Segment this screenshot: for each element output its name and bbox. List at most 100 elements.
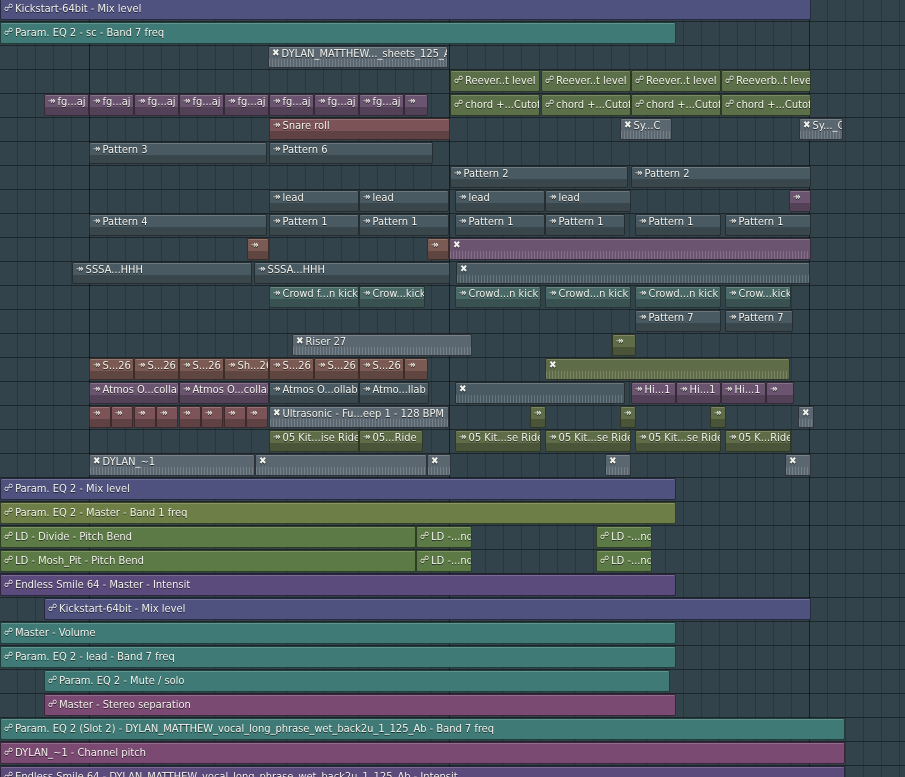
playlist-clip[interactable]: ↠ 05 K...Ride	[725, 430, 791, 452]
playlist-clip[interactable]: ↠ Atmo...llab	[359, 382, 429, 404]
playlist-clip[interactable]: ☍ LD -...nd	[416, 526, 472, 548]
playlist-clip[interactable]: ✖	[785, 454, 811, 476]
playlist-clip[interactable]: ↠ S...26	[89, 358, 134, 380]
playlist-clip[interactable]: ↠ Crow...kick	[359, 286, 425, 308]
playlist-clip[interactable]: ✖ Riser 27	[292, 334, 472, 356]
playlist-clip[interactable]: ☍ Reever..t level	[541, 70, 631, 92]
playlist-clip[interactable]: ↠ lead	[359, 190, 449, 212]
playlist-clip[interactable]: ☍ Reever..t level	[631, 70, 721, 92]
playlist-clip[interactable]: ↠	[134, 406, 156, 428]
playlist-clip[interactable]: ☍ Param. EQ 2 - Mute / solo	[44, 670, 670, 692]
playlist-clip[interactable]: ☍ Endless Smile 64 - DYLAN_MATTHEW_vocal_…	[0, 766, 845, 777]
playlist-clip[interactable]: ☍ Kickstart-64bit - Mix level	[44, 598, 811, 620]
playlist-clip[interactable]: ↠ Pattern 1	[725, 214, 811, 236]
playlist-clip[interactable]: ↠ fg...aj	[89, 94, 134, 116]
playlist-clip[interactable]: ↠ Pattern 1	[545, 214, 625, 236]
playlist-clip[interactable]: ↠	[246, 406, 268, 428]
playlist-area[interactable]: ☍ Kickstart-64bit - Mix level ☍ Param. EQ 2…	[0, 0, 905, 777]
playlist-clip[interactable]: ↠	[530, 406, 546, 428]
playlist-clip[interactable]: ☍ chord +...Cutoff	[631, 94, 721, 116]
playlist-clip[interactable]: ↠ 05...Ride	[359, 430, 423, 452]
playlist-clip[interactable]: ↠ fg...aj	[269, 94, 314, 116]
playlist-clip[interactable]: ↠ Crowd...n kick	[635, 286, 721, 308]
playlist-clip[interactable]: ↠ 05 Kit...ise Ride	[269, 430, 359, 452]
playlist-clip[interactable]: ↠ SSSA...HHH	[72, 262, 252, 284]
playlist-clip[interactable]: ↠	[111, 406, 133, 428]
playlist-clip[interactable]: ↠ fg...aj	[179, 94, 224, 116]
playlist-clip[interactable]: ☍ Master - Volume	[0, 622, 676, 644]
playlist-clip[interactable]: ↠ Hi...1	[676, 382, 721, 404]
playlist-clip[interactable]: ↠ Atmos O...ollab	[269, 382, 359, 404]
playlist-clip[interactable]: ↠ Pattern 2	[450, 166, 628, 188]
playlist-clip[interactable]: ✖	[798, 406, 814, 428]
playlist-clip[interactable]: ↠ 05 Kit...se Ride	[635, 430, 721, 452]
playlist-clip[interactable]: ✖ Sy..._C	[799, 118, 843, 140]
playlist-clip[interactable]: ↠ S...26	[134, 358, 179, 380]
playlist-clip[interactable]: ☍ LD -...nd	[596, 526, 652, 548]
playlist-clip[interactable]: ↠ S...26	[314, 358, 359, 380]
playlist-clip[interactable]: ↠	[404, 358, 428, 380]
playlist-clip[interactable]: ↠ Crowd f...n kick	[269, 286, 359, 308]
playlist-clip[interactable]: ↠ Pattern 3	[89, 142, 267, 164]
playlist-clip[interactable]: ✖	[455, 382, 625, 404]
playlist-clip[interactable]: ✖	[427, 454, 451, 476]
playlist-clip[interactable]: ✖	[456, 262, 810, 284]
playlist-clip[interactable]: ↠ Pattern 1	[455, 214, 545, 236]
playlist-clip[interactable]: ☍ LD -...nd	[596, 550, 652, 572]
playlist-clip[interactable]: ☍ Param. EQ 2 - Master - Band 1 freq	[0, 502, 676, 524]
playlist-clip[interactable]: ↠ Snare roll	[269, 118, 450, 140]
playlist-clip[interactable]: ↠	[156, 406, 178, 428]
playlist-clip[interactable]: ↠ SSSA...HHH	[254, 262, 450, 284]
playlist-clip[interactable]: ☍ Reever..t level	[450, 70, 540, 92]
playlist-clip[interactable]: ↠ Atmos O...collab	[179, 382, 269, 404]
playlist-clip[interactable]: ☍ Param. EQ 2 - Mix level	[0, 478, 676, 500]
playlist-clip[interactable]: ↠ Atmos O...collab	[89, 382, 179, 404]
playlist-clip[interactable]: ↠	[247, 238, 269, 260]
playlist-clip[interactable]: ☍ Param. EQ 2 (Slot 2) - DYLAN_MATTHEW_vo…	[0, 718, 845, 740]
playlist-clip[interactable]: ↠	[224, 406, 246, 428]
playlist-clip[interactable]: ↠Sh...26	[224, 358, 269, 380]
playlist-clip[interactable]: ☍ Master - Stereo separation	[44, 694, 676, 716]
playlist-clip[interactable]: ↠ Pattern 4	[89, 214, 267, 236]
playlist-clip[interactable]: ↠ Pattern 7	[635, 310, 721, 332]
playlist-clip[interactable]: ↠ Crowd...n kick	[455, 286, 541, 308]
playlist-clip[interactable]: ☍ chord +...Cutoff	[721, 94, 811, 116]
playlist-clip[interactable]: ↠	[404, 94, 428, 116]
playlist-clip[interactable]: ↠ Pattern 1	[635, 214, 721, 236]
playlist-clip[interactable]: ↠	[201, 406, 223, 428]
playlist-clip[interactable]: ↠ S...26	[359, 358, 404, 380]
playlist-clip[interactable]: ✖ Ultrasonic - Fu...eep 1 - 128 BPM	[269, 406, 449, 428]
playlist-clip[interactable]: ✖	[255, 454, 427, 476]
playlist-clip[interactable]: ☍ Kickstart-64bit - Mix level	[0, 0, 811, 20]
playlist-clip[interactable]: ☍ LD -...nd	[416, 550, 472, 572]
playlist-clip[interactable]: ↠	[427, 238, 449, 260]
playlist-clip[interactable]: ☍ LD - Divide - Pitch Bend	[0, 526, 416, 548]
playlist-clip[interactable]: ☍ DYLAN_~1 - Channel pitch	[0, 742, 845, 764]
playlist-clip[interactable]: ↠	[766, 382, 794, 404]
playlist-clip[interactable]: ↠	[89, 406, 111, 428]
playlist-clip[interactable]: ↠ fg...aj	[314, 94, 359, 116]
playlist-clip[interactable]: ↠ S...26	[179, 358, 224, 380]
playlist-clip[interactable]: ☍ chord +...Cutoff	[450, 94, 540, 116]
playlist-clip[interactable]: ☍ Endless Smile 64 - Master - Intensit	[0, 574, 676, 596]
playlist-clip[interactable]: ↠ lead	[545, 190, 631, 212]
playlist-clip[interactable]: ↠ Hi...1	[631, 382, 676, 404]
playlist-clip[interactable]: ✖ DYLAN_MATTHEW..._sheets_125_Ab	[268, 46, 448, 68]
playlist-clip[interactable]: ↠ Crowd...n kick	[545, 286, 631, 308]
playlist-clip[interactable]: ✖	[545, 358, 790, 380]
playlist-clip[interactable]: ↠ Pattern 6	[269, 142, 433, 164]
playlist-clip[interactable]: ☍ Param. EQ 2 - sc - Band 7 freq	[0, 22, 676, 44]
playlist-clip[interactable]: ☍ LD - Mosh_Pit - Pitch Bend	[0, 550, 416, 572]
playlist-clip[interactable]: ↠	[620, 406, 636, 428]
playlist-clip[interactable]: ↠ fg...aj	[224, 94, 269, 116]
playlist-clip[interactable]: ✖ DYLAN_~1	[89, 454, 255, 476]
playlist-clip[interactable]: ✖	[449, 238, 811, 260]
playlist-clip[interactable]: ↠ 05 Kit...se Ride	[455, 430, 541, 452]
playlist-clip[interactable]: ↠ Pattern 1	[359, 214, 449, 236]
playlist-clip[interactable]: ☍ Reeverb..t level	[721, 70, 811, 92]
playlist-clip[interactable]: ↠ lead	[269, 190, 359, 212]
playlist-clip[interactable]: ☍ Param. EQ 2 - lead - Band 7 freq	[0, 646, 676, 668]
playlist-clip[interactable]: ↠	[612, 334, 636, 356]
playlist-clip[interactable]: ↠ Crow...kick	[725, 286, 791, 308]
playlist-clip[interactable]: ↠ Pattern 7	[725, 310, 793, 332]
